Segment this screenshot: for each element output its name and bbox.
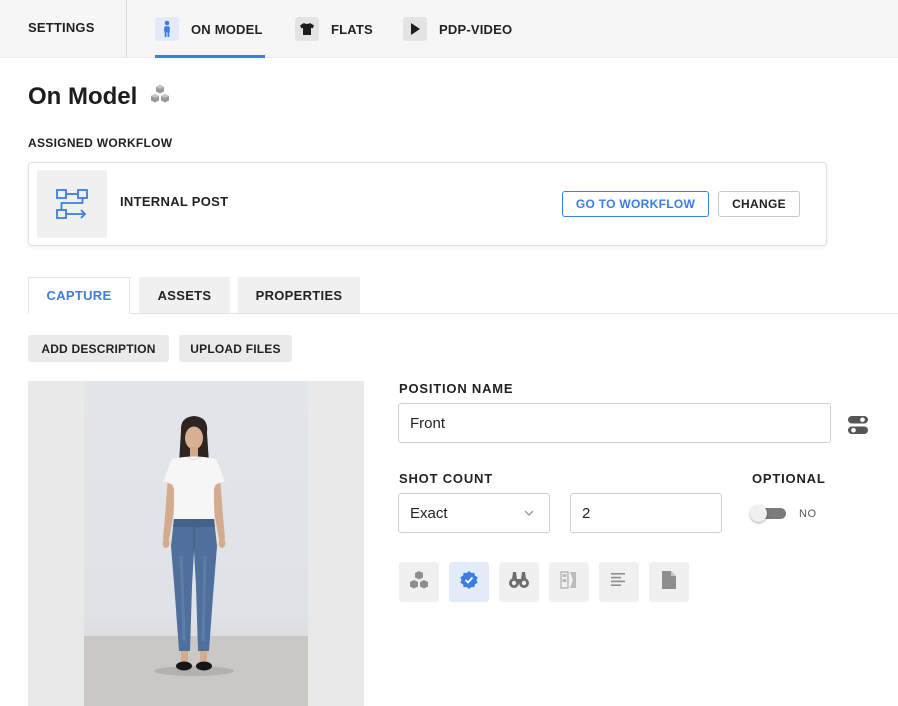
tab-label: FLATS [331,21,373,37]
optional-state-text: NO [799,508,817,520]
tab-on-model[interactable]: ON MODEL [155,0,263,58]
change-workflow-button[interactable]: CHANGE [718,191,800,217]
nav-settings[interactable]: SETTINGS [28,0,95,58]
tab-flats[interactable]: FLATS [295,0,373,58]
workflow-card: INTERNAL POST GO TO WORKFLOW CHANGE [28,162,827,246]
toggle-options-icon[interactable] [847,414,869,441]
toggle-knob [750,505,767,522]
upload-files-button[interactable]: UPLOAD FILES [179,335,292,362]
active-tab-indicator [155,55,265,58]
tab-assets[interactable]: ASSETS [139,277,230,313]
workflow-name: INTERNAL POST [120,194,229,209]
tab-pdp-video[interactable]: PDP-VIDEO [403,0,512,58]
optional-toggle[interactable] [750,505,788,522]
tshirt-icon [295,17,319,41]
play-icon [403,17,427,41]
capture-image-frame[interactable] [28,381,364,706]
subtabs-divider [28,313,898,314]
binoculars-icon-button[interactable] [499,562,539,602]
compare-icon-button[interactable] [549,562,589,602]
shot-count-mode-select[interactable]: Exact [398,493,550,533]
top-nav: SETTINGS ON MODEL FLATS PDP-VIDEO [0,0,898,58]
page-title-text: On Model [28,83,138,110]
boxes-icon-button[interactable] [399,562,439,602]
add-description-button[interactable]: ADD DESCRIPTION [28,335,169,362]
workflow-icon [37,170,107,238]
boxes-icon [408,570,430,595]
tab-label: PDP-VIDEO [439,21,513,37]
verified-badge-icon-button[interactable] [449,562,489,602]
page-title: On Model [28,83,171,111]
shot-count-label: SHOT COUNT [399,471,493,486]
document-icon [661,570,677,595]
optional-label: OPTIONAL [752,471,826,486]
person-icon [155,17,179,41]
document-icon-button[interactable] [649,562,689,602]
go-to-workflow-button[interactable]: GO TO WORKFLOW [562,191,709,217]
text-align-icon [610,572,628,593]
binoculars-icon [508,571,530,594]
position-name-input[interactable]: Front [398,403,831,443]
model-photo [84,381,308,706]
tab-properties[interactable]: PROPERTIES [238,277,360,313]
verified-badge-icon [459,570,479,595]
position-name-label: POSITION NAME [399,381,514,396]
tab-capture[interactable]: CAPTURE [28,277,130,314]
nav-divider [126,0,127,58]
assigned-workflow-label: ASSIGNED WORKFLOW [28,136,173,150]
chevron-down-icon [523,506,535,523]
tab-label: ON MODEL [191,21,263,37]
shot-count-input[interactable]: 2 [570,493,722,533]
compare-icon [559,570,579,595]
text-align-icon-button[interactable] [599,562,639,602]
shot-count-mode-value: Exact [410,504,448,522]
boxes-icon [149,83,171,111]
